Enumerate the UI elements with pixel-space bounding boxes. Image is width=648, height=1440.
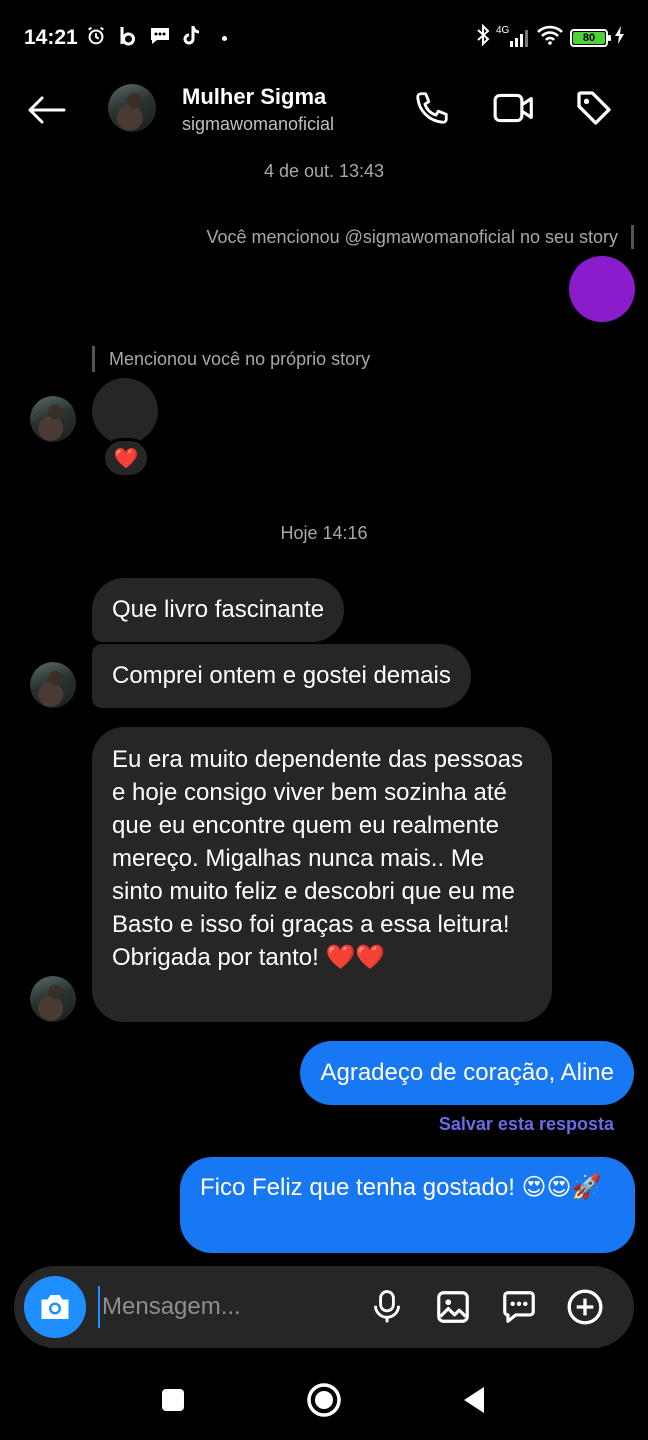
quote-bar bbox=[92, 346, 95, 372]
recent-apps-button[interactable] bbox=[149, 1376, 197, 1424]
message-input[interactable] bbox=[98, 1286, 348, 1328]
home-button[interactable] bbox=[300, 1376, 348, 1424]
message-composer bbox=[14, 1266, 634, 1348]
chat-bubble-icon bbox=[503, 1291, 535, 1323]
wifi-icon bbox=[536, 24, 564, 51]
conversation-timestamp: 4 de out. 13:43 bbox=[263, 161, 385, 181]
incoming-story-thumbnail[interactable] bbox=[92, 378, 158, 444]
plus-circle-icon bbox=[567, 1289, 603, 1325]
video-call-button[interactable] bbox=[492, 86, 536, 130]
home-circle-icon bbox=[307, 1383, 341, 1417]
tag-button[interactable] bbox=[572, 86, 616, 130]
incoming-message[interactable]: Que livro fascinante bbox=[92, 578, 345, 642]
outgoing-story-thumbnail[interactable] bbox=[569, 256, 635, 322]
sender-avatar[interactable] bbox=[30, 396, 76, 442]
cellular-signal-icon: 4G bbox=[496, 25, 530, 49]
outgoing-message[interactable]: Agradeço de coração, Aline bbox=[300, 1041, 634, 1105]
status-time: 14:21 bbox=[24, 26, 78, 49]
battery-level: 80 bbox=[573, 31, 605, 44]
add-button[interactable] bbox=[564, 1286, 606, 1328]
status-bar: 14:21 4G 80 bbox=[0, 0, 648, 72]
b-app-icon bbox=[116, 24, 140, 48]
incoming-mention-note: Mencionou você no próprio story bbox=[109, 349, 371, 369]
image-icon bbox=[437, 1291, 469, 1323]
chat-header: Mulher Sigma sigmawomanoficial bbox=[0, 72, 648, 148]
sender-avatar[interactable] bbox=[30, 976, 76, 1022]
incoming-message[interactable]: Comprei ontem e gostei demais bbox=[92, 644, 471, 708]
arrow-left-icon bbox=[28, 96, 66, 124]
quote-bar bbox=[631, 225, 634, 249]
square-icon bbox=[162, 1389, 184, 1411]
microphone-icon bbox=[374, 1290, 400, 1323]
status-system-icons: 4G 80 bbox=[476, 23, 626, 51]
voice-message-button[interactable] bbox=[366, 1286, 408, 1328]
alarm-icon bbox=[84, 24, 108, 48]
heart-reaction[interactable]: ❤️ bbox=[102, 438, 150, 478]
gallery-button[interactable] bbox=[432, 1286, 474, 1328]
save-reply-link[interactable]: Salvar esta resposta bbox=[439, 1114, 614, 1135]
video-camera-icon bbox=[493, 93, 533, 123]
sticker-chat-button[interactable] bbox=[498, 1286, 540, 1328]
outgoing-message[interactable]: Fico Feliz que tenha gostado! 😍😍🚀 bbox=[180, 1157, 635, 1253]
more-notifications-dot bbox=[222, 35, 227, 41]
contact-name[interactable]: Mulher Sigma bbox=[182, 84, 326, 110]
battery-icon: 80 bbox=[570, 28, 611, 47]
voice-call-button[interactable] bbox=[410, 86, 454, 130]
back-nav-button[interactable] bbox=[450, 1376, 498, 1424]
tag-icon bbox=[577, 91, 611, 125]
heart-icon: ❤️ bbox=[113, 447, 139, 470]
bluetooth-icon bbox=[476, 23, 490, 51]
contact-avatar[interactable] bbox=[108, 84, 156, 132]
chat-notification-icon bbox=[148, 24, 172, 48]
back-button[interactable] bbox=[22, 86, 70, 134]
tiktok-icon bbox=[180, 24, 204, 48]
contact-username[interactable]: sigmawomanoficial bbox=[182, 114, 334, 135]
status-notification-icons bbox=[84, 24, 227, 48]
charging-icon bbox=[614, 25, 626, 50]
incoming-message[interactable]: Eu era muito dependente das pessoas e ho… bbox=[92, 727, 552, 1022]
camera-icon bbox=[41, 1295, 69, 1319]
camera-button[interactable] bbox=[24, 1276, 86, 1338]
phone-icon bbox=[416, 92, 448, 124]
outgoing-mention-note: Você mencionou @sigmawomanoficial no seu… bbox=[206, 227, 618, 247]
triangle-back-icon bbox=[464, 1387, 484, 1413]
conversation-timestamp: Hoje 14:16 bbox=[280, 523, 368, 543]
sender-avatar[interactable] bbox=[30, 662, 76, 708]
